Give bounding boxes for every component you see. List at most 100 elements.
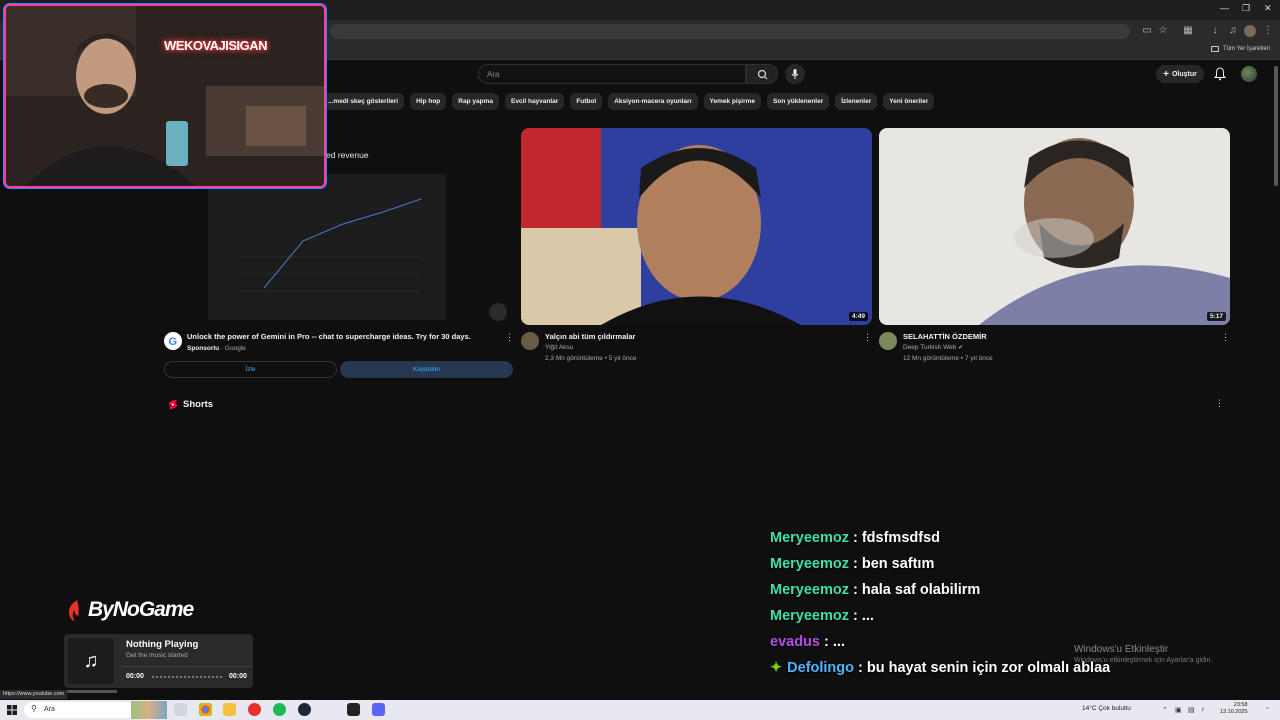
filter-chip[interactable]: Futbol xyxy=(570,93,603,110)
video-thumbnail-image xyxy=(521,128,872,325)
chat-text: : fdsfmsdfsd xyxy=(852,530,940,546)
filter-chip[interactable]: İzlenenler xyxy=(835,93,878,110)
music-divider xyxy=(121,666,252,667)
close-icon[interactable]: ✕ xyxy=(1264,3,1272,14)
windows-start-icon[interactable] xyxy=(7,705,17,715)
chat-username: Meryeemoz xyxy=(770,556,849,572)
chat-text: : bu hayat senin için zor olmalı ablaa xyxy=(858,660,1111,676)
filter-chip[interactable]: ...medi skeç gösterileri xyxy=(322,93,405,110)
webcam-overlay: WEKOVAJISIGAN xyxy=(6,6,324,186)
search-button[interactable] xyxy=(746,64,778,84)
neon-sign: WEKOVAJISIGAN xyxy=(164,38,268,53)
restore-icon[interactable]: ❐ xyxy=(1242,3,1250,14)
verified-icon: ✔ xyxy=(958,345,964,351)
music-note-icon: ♫ xyxy=(68,638,114,684)
all-bookmarks-label: Tüm Yer İşaretleri xyxy=(1222,46,1270,52)
account-avatar[interactable] xyxy=(1241,66,1257,82)
filter-chip[interactable]: Hip hop xyxy=(410,93,447,110)
music-subtitle: Get the music started xyxy=(126,652,188,659)
cast-icon[interactable]: ▭ xyxy=(1141,25,1153,37)
spotify-icon[interactable] xyxy=(273,703,286,716)
music-progress-bar xyxy=(152,676,222,678)
channel-name[interactable]: Deep Turkish Web ✔ xyxy=(903,344,963,351)
chat-username: Meryeemoz xyxy=(770,582,849,598)
video-thumbnail[interactable]: 4:49 xyxy=(521,128,872,325)
chat-username: Meryeemoz xyxy=(770,608,849,624)
profile-avatar[interactable] xyxy=(1244,25,1256,37)
webcam-video-image xyxy=(6,6,324,186)
filter-chip[interactable]: Son yüklenenler xyxy=(767,93,830,110)
ad-meta: Sponsorlu · Google xyxy=(187,345,246,352)
ad-title[interactable]: Unlock the power of Gemini in Pro -- cha… xyxy=(187,332,497,341)
voice-search-button[interactable] xyxy=(785,64,805,84)
filter-chip[interactable]: Yeni öneriler xyxy=(883,93,935,110)
chat-message: ✦ Defolingo: bu hayat senin için zor olma… xyxy=(770,660,1110,686)
shorts-more-options-icon[interactable]: ⋮ xyxy=(1215,398,1224,409)
notification-icon[interactable]: ▫ xyxy=(1266,705,1268,712)
taskbar-search[interactable]: Ara xyxy=(24,702,134,718)
ad-watch-button[interactable]: İzle xyxy=(164,361,337,378)
discord-icon[interactable] xyxy=(372,703,385,716)
chat-username: evadus xyxy=(770,634,820,650)
channel-name-label: Deep Turkish Web xyxy=(903,344,957,351)
bynogame-logo: ByNoGame xyxy=(66,598,194,622)
video-title[interactable]: SELAHATTİN ÖZDEMİR xyxy=(903,332,987,341)
chat-badge-icon: ✦ xyxy=(770,660,783,676)
channel-name[interactable]: Yiğit Aksu xyxy=(545,344,573,351)
bynogame-logo-text: ByNoGame xyxy=(88,598,194,621)
obs-icon[interactable] xyxy=(347,703,360,716)
video-title[interactable]: Yalçın abi tüm çıldırmalar xyxy=(545,332,635,341)
tray-app-icon[interactable]: ▣ xyxy=(1175,706,1182,714)
chat-message: Meryeemoz: fdsfmsdfsd xyxy=(770,530,1110,556)
search-highlight-image[interactable] xyxy=(131,701,167,719)
chat-message: Meryeemoz: ... xyxy=(770,608,1110,634)
extensions-icon[interactable]: ▦ xyxy=(1182,25,1194,37)
create-button[interactable]: + Oluştur xyxy=(1156,65,1204,83)
channel-avatar[interactable] xyxy=(521,332,539,350)
video-more-options-icon[interactable]: ⋮ xyxy=(863,332,872,343)
task-view-icon[interactable] xyxy=(174,703,187,716)
folder-icon xyxy=(1210,46,1219,52)
ad-subscribe-button[interactable]: Kaydolun xyxy=(340,361,513,378)
all-bookmarks[interactable]: Tüm Yer İşaretleri xyxy=(1210,46,1270,52)
menu-icon[interactable]: ⋮ xyxy=(1262,25,1274,37)
music-time-total: 00:00 xyxy=(229,673,247,680)
notifications-bell-icon[interactable] xyxy=(1214,67,1226,81)
taskbar-weather[interactable]: 14°C Çok bulutlu xyxy=(1082,705,1131,712)
channel-avatar[interactable] xyxy=(879,332,897,350)
ad-thumbnail-chart[interactable] xyxy=(208,174,446,320)
minimize-icon[interactable]: — xyxy=(1220,3,1229,13)
filter-chip[interactable]: Yemek pişirme xyxy=(703,93,762,110)
video-stats: 12 Mn görüntüleme • 7 yıl önce xyxy=(903,355,993,362)
download-icon[interactable]: ↓ xyxy=(1209,25,1221,37)
scrollbar-thumb[interactable] xyxy=(1274,66,1278,186)
google-logo-icon: G xyxy=(164,332,182,350)
chat-text: : hala saf olabilirm xyxy=(852,582,981,598)
ad-more-options-icon[interactable]: ⋮ xyxy=(505,332,514,343)
shorts-heading: Shorts xyxy=(183,399,214,410)
search-icon xyxy=(757,69,768,80)
search-input[interactable]: Ara xyxy=(478,64,746,84)
filter-chip[interactable]: Rap yapma xyxy=(452,93,499,110)
network-icon[interactable]: ▤ xyxy=(1188,706,1195,714)
create-label: Oluştur xyxy=(1171,70,1197,78)
steam-icon[interactable] xyxy=(298,703,311,716)
taskbar-clock[interactable]: 23:58 13.10.2025 xyxy=(1220,702,1248,716)
filter-chip[interactable]: Aksiyon-macera oyunları xyxy=(608,93,698,110)
opera-icon[interactable] xyxy=(248,703,261,716)
filter-chip[interactable]: Evcil hayvanlar xyxy=(504,93,565,110)
sponsored-label: Sponsorlu xyxy=(187,345,220,352)
bookmark-star-icon[interactable]: ☆ xyxy=(1157,25,1169,37)
address-bar[interactable] xyxy=(330,24,1130,39)
video-thumbnail[interactable]: 5:17 xyxy=(879,128,1230,325)
file-explorer-icon[interactable] xyxy=(223,703,236,716)
volume-icon[interactable]: ♪ xyxy=(1201,706,1205,713)
status-url: https://www.youtube.com xyxy=(0,690,68,699)
chrome-icon[interactable] xyxy=(199,703,212,716)
media-icon[interactable]: ♫ xyxy=(1227,25,1239,37)
tray-expand-icon[interactable]: ⌃ xyxy=(1162,706,1168,714)
chat-username: Meryeemoz xyxy=(770,530,849,546)
video-duration: 5:17 xyxy=(1206,312,1226,321)
video-more-options-icon[interactable]: ⋮ xyxy=(1221,332,1230,343)
stream-chat: Meryeemoz: fdsfmsdfsd Meryeemoz: ben saft… xyxy=(770,530,1110,686)
